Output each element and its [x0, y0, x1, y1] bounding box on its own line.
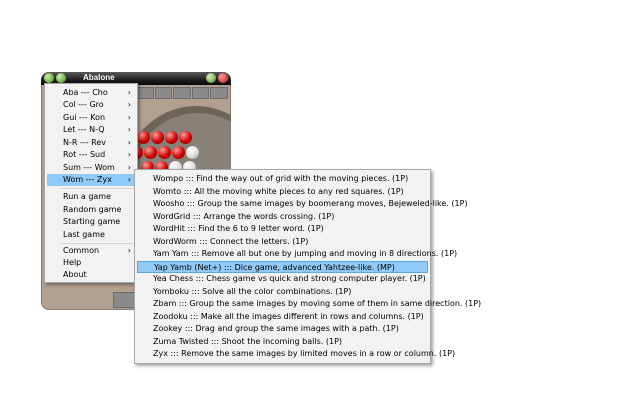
toolbar-button[interactable] — [210, 87, 228, 99]
minimize-icon[interactable] — [206, 73, 216, 83]
game-toolbar — [136, 87, 228, 99]
submenu-item-wordhit[interactable]: WordHit ::: Find the 6 to 9 letter word.… — [137, 223, 428, 235]
menu-item-label: About — [63, 270, 87, 279]
menu-item-label: Col --- Gro — [63, 100, 104, 109]
red-marble[interactable] — [144, 146, 157, 159]
submenu-item-wordworm[interactable]: WordWorm ::: Connect the letters. (1P) — [137, 236, 428, 248]
submenu-item-label: Yam Yam ::: Remove all but one by jumpin… — [153, 249, 458, 258]
submenu-item-yam-yam[interactable]: Yam Yam ::: Remove all but one by jumpin… — [137, 248, 457, 260]
chevron-right-icon: › — [127, 150, 131, 159]
menu-item-label: Rot --- Sud — [63, 150, 106, 159]
submenu-item-yea-chess[interactable]: Yea Chess ::: Chess game vs quick and st… — [137, 273, 428, 285]
menu-item-random-game[interactable]: Random game — [47, 204, 135, 216]
submenu-item-label: WordGrid ::: Arrange the words crossing.… — [153, 211, 335, 221]
submenu-item-label: Yap Yamb (Net+) ::: Dice game, advanced … — [154, 262, 395, 272]
submenu-item-zoodoku[interactable]: Zoodoku ::: Make all the images differen… — [137, 311, 428, 323]
menu-item-label: Run a game — [63, 192, 112, 201]
window-menu-icon[interactable] — [44, 73, 54, 83]
submenu-item-label: Zookey ::: Drag and group the same image… — [153, 324, 399, 333]
menu-item-let-nq[interactable]: Let --- N-Q › — [47, 124, 135, 136]
menu-item-wom-zyx[interactable]: Wom --- Zyx › — [47, 174, 135, 186]
submenu-item-label: Zbam ::: Group the same images by moving… — [153, 299, 482, 308]
submenu-item-label: Yea Chess ::: Chess game vs quick and st… — [153, 274, 426, 283]
white-marble[interactable] — [186, 146, 199, 159]
red-marble[interactable] — [179, 131, 192, 144]
menu-item-last-game[interactable]: Last game — [47, 229, 135, 241]
menu-item-label: Sum --- Wom — [63, 163, 115, 172]
submenu-item-label: WordWorm ::: Connect the letters. (1P) — [153, 236, 309, 246]
menu-item-help[interactable]: Help — [47, 257, 135, 269]
chevron-right-icon: › — [127, 175, 131, 184]
menu-item-label: N-R --- Rev — [63, 138, 107, 147]
menu-item-gui-kon[interactable]: Gui --- Kon › — [47, 112, 135, 124]
window-option-icon[interactable] — [56, 73, 66, 83]
menu-separator — [61, 188, 133, 189]
menu-item-label: Gui --- Kon — [63, 113, 106, 122]
toolbar-button[interactable] — [173, 87, 191, 99]
red-marble[interactable] — [172, 146, 185, 159]
chevron-right-icon: › — [127, 88, 131, 97]
chevron-right-icon: › — [127, 163, 131, 172]
submenu-item-woosho[interactable]: Woosho ::: Group the same images by boom… — [137, 198, 468, 210]
toolbar-button[interactable] — [191, 87, 210, 99]
toolbar-button[interactable] — [154, 87, 173, 99]
menu-item-label: Starting game — [63, 217, 121, 226]
submenu-item-label: Womto ::: All the moving white pieces to… — [153, 186, 404, 196]
menu-item-label: Last game — [63, 230, 105, 239]
menu-item-sum-wom[interactable]: Sum --- Wom › — [47, 162, 135, 174]
submenu-item-yap-yamb[interactable]: Yap Yamb (Net+) ::: Dice game, advanced … — [137, 260, 428, 273]
menu-item-nr-rev[interactable]: N-R --- Rev › — [47, 137, 135, 149]
submenu-item-label: Zuma Twisted ::: Shoot the incoming ball… — [153, 336, 343, 346]
submenu-item-label: Wompo ::: Find the way out of grid with … — [153, 174, 409, 183]
chevron-right-icon: › — [127, 138, 131, 147]
submenu-item-label: Woosho ::: Group the same images by boom… — [153, 199, 468, 208]
menu-item-label: Let --- N-Q — [63, 125, 105, 134]
submenu-item-zbam[interactable]: Zbam ::: Group the same images by moving… — [137, 298, 481, 310]
submenu-item-label: WordHit ::: Find the 6 to 9 letter word.… — [153, 224, 324, 233]
menu-item-label: Aba --- Cho — [63, 88, 108, 97]
submenu-item-label: Zoodoku ::: Make all the images differen… — [153, 311, 424, 321]
menu-item-label: Random game — [63, 205, 122, 214]
main-menu: Aba --- Cho › Col --- Gro › Gui --- Kon … — [44, 83, 138, 283]
submenu-item-womto[interactable]: Womto ::: All the moving white pieces to… — [137, 186, 428, 198]
submenu-item-label: Zyx ::: Remove the same images by limite… — [153, 349, 456, 358]
menu-item-rot-sud[interactable]: Rot --- Sud › — [47, 149, 135, 161]
submenu-item-wordgrid[interactable]: WordGrid ::: Arrange the words crossing.… — [137, 211, 428, 223]
chevron-right-icon: › — [127, 246, 131, 255]
toolbar-button[interactable] — [136, 87, 154, 99]
menu-item-starting-game[interactable]: Starting game — [47, 216, 135, 228]
menu-separator — [61, 243, 133, 244]
close-icon[interactable] — [218, 73, 228, 83]
menu-item-label: Help — [63, 258, 82, 267]
chevron-right-icon: › — [127, 100, 131, 109]
submenu-item-zookey[interactable]: Zookey ::: Drag and group the same image… — [137, 323, 428, 335]
red-marble[interactable] — [137, 131, 150, 144]
chevron-right-icon: › — [127, 113, 131, 122]
submenu-item-zuma-twisted[interactable]: Zuma Twisted ::: Shoot the incoming ball… — [137, 336, 428, 348]
submenu-item-zyx[interactable]: Zyx ::: Remove the same images by limite… — [137, 348, 455, 360]
submenu-item-yomboku[interactable]: Yomboku ::: Solve all the color combinat… — [137, 286, 428, 298]
menu-item-label: Common — [63, 246, 100, 255]
red-marble[interactable] — [151, 131, 164, 144]
red-marble[interactable] — [158, 146, 171, 159]
menu-item-about[interactable]: About — [47, 269, 135, 281]
submenu-item-wompo[interactable]: Wompo ::: Find the way out of grid with … — [137, 173, 428, 185]
chevron-right-icon: › — [127, 125, 131, 134]
menu-item-aba-cho[interactable]: Aba --- Cho › — [47, 87, 135, 99]
menu-item-common[interactable]: Common › — [47, 245, 135, 257]
menu-item-col-gro[interactable]: Col --- Gro › — [47, 99, 135, 111]
red-marble[interactable] — [165, 131, 178, 144]
window-title: Abalone — [83, 73, 115, 82]
menu-item-label: Wom --- Zyx — [63, 175, 112, 184]
submenu-wom-zyx: Wompo ::: Find the way out of grid with … — [134, 169, 481, 364]
submenu-item-label: Yomboku ::: Solve all the color combinat… — [153, 286, 352, 296]
menu-item-run-game[interactable]: Run a game — [47, 191, 135, 203]
